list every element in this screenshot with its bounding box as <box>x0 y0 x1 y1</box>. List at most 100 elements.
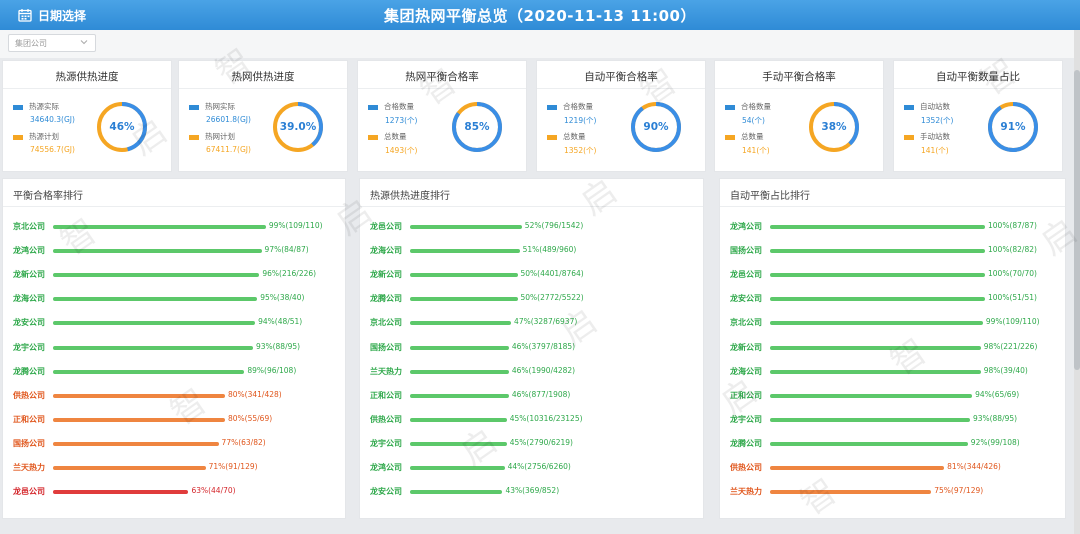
ratio-label: 47%(3287/6937) <box>514 317 578 327</box>
ranking-row[interactable]: 正和公司 94%(65/69) <box>730 390 1057 404</box>
legend-item-total: 手动站数 <box>904 131 950 142</box>
ranking-row[interactable]: 龙腾公司 89%(96/108) <box>13 366 337 380</box>
kpi-value-total: 1493(个) <box>385 146 418 155</box>
ranking-row[interactable]: 供热公司 81%(344/426) <box>730 462 1057 476</box>
ranking-row[interactable]: 龙海公司 51%(489/960) <box>370 245 695 259</box>
company-name: 龙海公司 <box>730 366 762 376</box>
ratio-label: 94%(65/69) <box>975 389 1020 399</box>
company-name: 龙新公司 <box>13 270 45 280</box>
progress-bar <box>770 441 968 446</box>
divider <box>3 206 345 207</box>
ranking-row[interactable]: 龙腾公司 50%(2772/5522) <box>370 293 695 307</box>
legend-swatch <box>13 134 23 140</box>
ranking-row[interactable]: 京北公司 99%(109/110) <box>13 221 337 235</box>
ranking-row[interactable]: 兰天热力 46%(1990/4282) <box>370 366 695 380</box>
scrollbar[interactable] <box>1074 30 1080 534</box>
legend-label: 自动站数 <box>920 102 950 111</box>
ranking-row[interactable]: 龙腾公司 92%(99/108) <box>730 438 1057 452</box>
ratio-label: 100%(51/51) <box>988 293 1037 303</box>
legend-item-actual: 热网实际 <box>189 101 235 112</box>
ranking-row[interactable]: 京北公司 99%(109/110) <box>730 317 1057 331</box>
scrollbar-thumb[interactable] <box>1074 70 1080 370</box>
kpi-value-total: 1352(个) <box>564 146 597 155</box>
company-name: 龙宇公司 <box>13 342 45 352</box>
company-name: 龙鸿公司 <box>370 463 402 472</box>
ratio-label: 50%(2772/5522) <box>520 293 584 303</box>
ranking-row[interactable]: 兰天热力 71%(91/129) <box>13 462 337 476</box>
ranking-row[interactable]: 供热公司 45%(10316/23125) <box>370 414 695 428</box>
kpi-title: 热网供热进度 <box>231 71 295 83</box>
ranking-row[interactable]: 龙邑公司 63%(44/70) <box>13 486 337 500</box>
ranking-row[interactable]: 龙安公司 100%(51/51) <box>730 293 1057 307</box>
legend-swatch <box>547 104 557 110</box>
progress-bar <box>770 490 932 495</box>
ranking-row[interactable]: 龙鸿公司 100%(87/87) <box>730 221 1057 235</box>
ranking-row[interactable]: 龙邑公司 100%(70/70) <box>730 269 1057 283</box>
donut-percent-label: 85% <box>464 121 490 133</box>
ranking-row[interactable]: 龙新公司 96%(216/226) <box>13 269 337 283</box>
ranking-row[interactable]: 国扬公司 77%(63/82) <box>13 438 337 452</box>
ranking-row[interactable]: 龙安公司 43%(369/852) <box>370 486 695 500</box>
ratio-label: 98%(221/226) <box>983 341 1038 351</box>
ranking-row[interactable]: 龙海公司 98%(39/40) <box>730 366 1057 380</box>
company-name: 龙腾公司 <box>13 366 45 376</box>
donut-percent-label: 38% <box>821 121 847 133</box>
ranking-row[interactable]: 龙宇公司 45%(2790/6219) <box>370 438 695 452</box>
ratio-label: 43%(369/852) <box>505 486 560 496</box>
ratio-label: 51%(489/960) <box>522 245 577 255</box>
company-name: 龙鸿公司 <box>730 222 762 231</box>
ranking-row[interactable]: 龙新公司 98%(221/226) <box>730 342 1057 356</box>
ranking-row[interactable]: 兰天热力 75%(97/129) <box>730 486 1057 500</box>
ranking-row[interactable]: 龙鸿公司 44%(2756/6260) <box>370 462 695 476</box>
kpi-title: 手动平衡合格率 <box>762 71 836 83</box>
ranking-row[interactable]: 正和公司 46%(877/1908) <box>370 390 695 404</box>
ranking-row[interactable]: 供热公司 80%(341/428) <box>13 390 337 404</box>
progress-bar <box>770 297 985 302</box>
ranking-row[interactable]: 国扬公司 100%(82/82) <box>730 245 1057 259</box>
kpi-title: 热网平衡合格率 <box>405 71 479 83</box>
kpi-card: 自动平衡数量占比 自动站数 1352(个) 手动站数 141(个) 91% <box>893 60 1063 172</box>
ratio-label: 75%(97/129) <box>934 486 984 496</box>
legend-item-total: 总数量 <box>547 131 586 142</box>
kpi-title: 自动平衡合格率 <box>584 71 658 83</box>
ratio-label: 52%(796/1542) <box>524 221 584 230</box>
ranking-row[interactable]: 龙宇公司 93%(88/95) <box>13 342 337 356</box>
panel-title: 平衡合格率排行 <box>13 191 83 202</box>
ratio-label: 45%(10316/23125) <box>509 413 583 423</box>
company-select[interactable]: 集团公司 <box>8 34 96 52</box>
company-name: 龙海公司 <box>13 294 45 304</box>
company-name: 兰天热力 <box>13 463 45 472</box>
ranking-row[interactable]: 京北公司 47%(3287/6937) <box>370 317 695 331</box>
progress-bar <box>410 297 518 302</box>
divider <box>715 88 883 89</box>
ratio-label: 93%(88/95) <box>972 413 1018 423</box>
kpi-value-actual: 1273(个) <box>385 116 418 125</box>
progress-bar <box>410 490 503 495</box>
progress-bar <box>770 225 985 229</box>
page-title: 集团热网平衡总览（2020-11-13 11:00） <box>384 7 696 25</box>
company-name: 供热公司 <box>13 390 45 400</box>
ranking-row[interactable]: 龙鸿公司 97%(84/87) <box>13 245 337 259</box>
progress-bar <box>410 225 522 229</box>
legend-label: 热网实际 <box>205 102 235 111</box>
company-name: 龙新公司 <box>370 270 402 280</box>
kpi-card: 热源供热进度 热源实际 34640.3(GJ) 热源计划 74556.7(GJ) 46% <box>2 60 172 172</box>
ratio-label: 46%(1990/4282) <box>511 365 576 375</box>
company-name: 龙邑公司 <box>730 270 762 280</box>
ranking-row[interactable]: 正和公司 80%(55/69) <box>13 414 337 428</box>
ranking-row[interactable]: 龙宇公司 93%(88/95) <box>730 414 1057 428</box>
ranking-row[interactable]: 龙海公司 95%(38/40) <box>13 293 337 307</box>
progress-bar <box>770 249 985 254</box>
company-name: 龙腾公司 <box>370 294 402 304</box>
chevron-down-icon <box>80 40 88 45</box>
ranking-row[interactable]: 国扬公司 46%(3797/8185) <box>370 342 695 356</box>
legend-item-actual: 合格数量 <box>547 101 593 112</box>
legend-swatch <box>13 104 23 110</box>
ranking-row[interactable]: 龙邑公司 52%(796/1542) <box>370 221 695 235</box>
ratio-label: 89%(96/108) <box>247 365 297 375</box>
ratio-label: 95%(38/40) <box>260 293 305 303</box>
kpi-value-actual: 1352(个) <box>921 116 954 125</box>
ranking-row[interactable]: 龙安公司 94%(48/51) <box>13 317 337 331</box>
ranking-row[interactable]: 龙新公司 50%(4401/8764) <box>370 269 695 283</box>
kpi-card: 热网供热进度 热网实际 26601.8(GJ) 热网计划 67411.7(GJ) 39.0… <box>178 60 348 172</box>
